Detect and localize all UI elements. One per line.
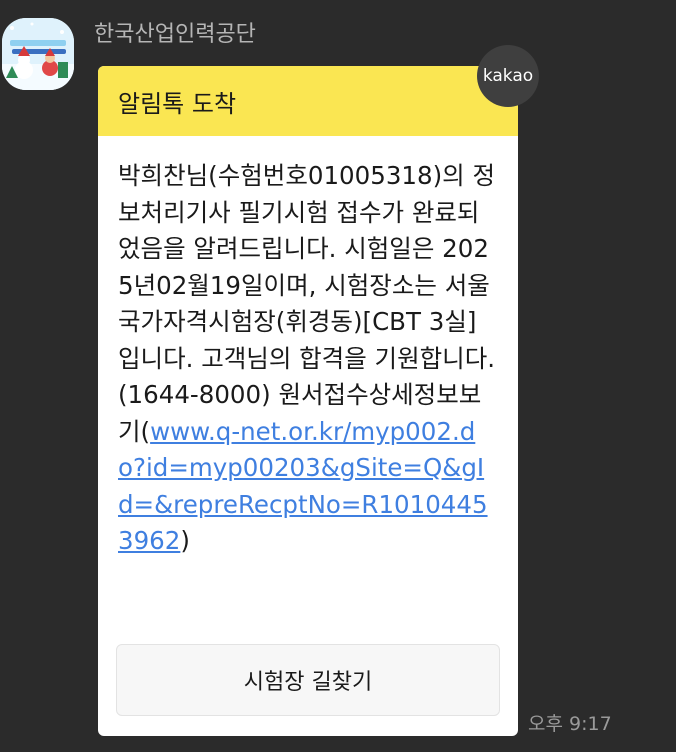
message-body-text: 박희찬님(수험번호01005318)의 정보처리기사 필기시험 접수가 완료되었…: [118, 161, 496, 446]
message-body-suffix: ): [180, 526, 190, 555]
kakao-channel-badge[interactable]: kakao: [477, 45, 539, 107]
message-body: 박희찬님(수험번호01005318)의 정보처리기사 필기시험 접수가 완료되었…: [98, 136, 518, 560]
find-exam-site-button[interactable]: 시험장 길찾기: [116, 644, 500, 716]
message-header: 알림톡 도착: [98, 66, 518, 136]
sender-avatar[interactable]: [2, 18, 74, 90]
message-header-title: 알림톡 도착: [118, 89, 237, 118]
hrdk-christmas-profile-icon: [2, 18, 74, 90]
qnet-detail-link[interactable]: www.q-net.or.kr/myp002.do?id=myp00203&gS…: [118, 417, 488, 556]
message-timestamp: 오후 9:17: [528, 713, 612, 735]
sender-name: 한국산업인력공단: [94, 22, 256, 47]
alimtalk-message-card: 알림톡 도착 박희찬님(수험번호01005318)의 정보처리기사 필기시험 접…: [98, 66, 518, 736]
